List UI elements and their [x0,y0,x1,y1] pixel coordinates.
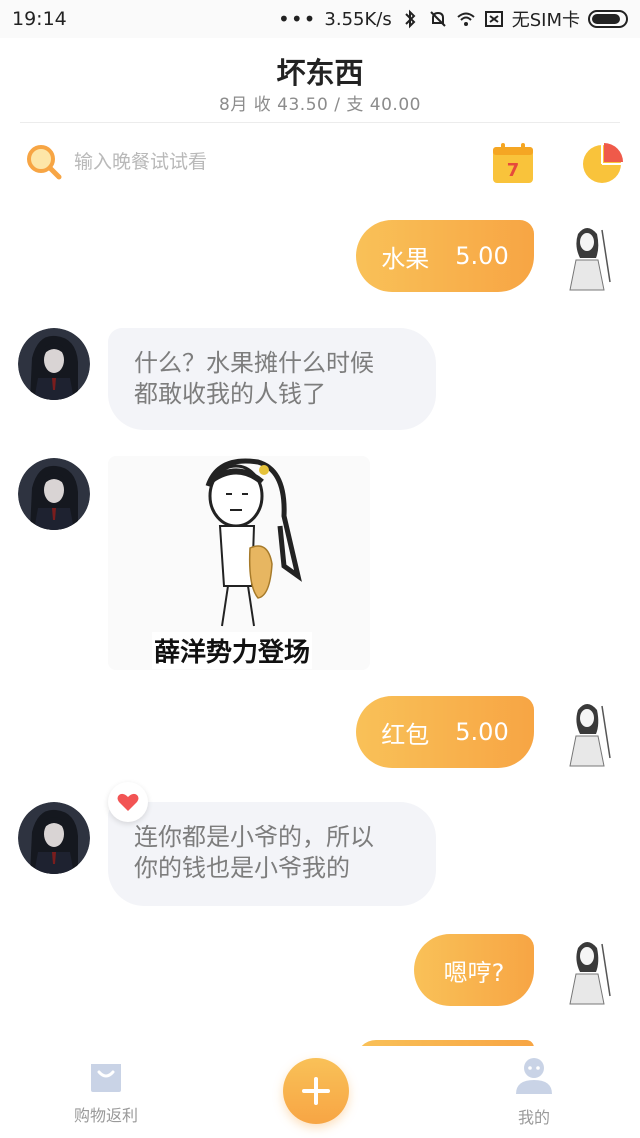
header: 坏东西 8月 收 43.50 / 支 40.00 [0,38,640,124]
summary-expense-label: 支 [346,95,364,115]
sticker-image[interactable]: 薛洋势力登场 [108,456,370,670]
tab-mine[interactable]: 我的 [484,1054,584,1128]
message-bubble[interactable]: 连你都是小爷的，所以 你的钱也是小爷我的 [108,802,436,906]
tab-shopping-rebate[interactable]: 购物返利 [56,1052,156,1126]
tab-mine-label: 我的 [517,1108,550,1127]
statistics-pie-icon[interactable] [580,140,626,186]
message-line: 都敢收我的人钱了 [134,380,326,408]
chat-area[interactable]: 水果 5.00 什么？水果摊什么时候 都敢收我的人钱了 薛洋势力登场 红包 5.… [0,200,640,1046]
search-row: 7 [0,132,640,192]
message-bubble-out[interactable]: 嗯哼? [414,934,534,1006]
wifi-icon [457,12,475,26]
search-icon[interactable] [24,142,64,182]
user-avatar[interactable] [556,934,618,1006]
user-avatar[interactable] [556,696,618,768]
status-time: 19:14 [12,8,67,30]
message-bubble[interactable]: 什么？水果摊什么时候 都敢收我的人钱了 [108,328,436,430]
header-divider [20,122,620,123]
sticker-caption: 薛洋势力登场 [152,632,313,669]
summary-income-label: 收 [253,95,272,115]
status-right: ••• 3.55K/s 无SIM卡 [278,6,628,32]
bill-bubble[interactable]: 红包 5.00 [356,696,534,768]
profile-icon [516,1058,552,1094]
summary-expense: 40.00 [369,95,421,115]
network-speed: 3.55K/s [324,8,392,30]
status-bar: 19:14 ••• 3.55K/s 无SIM卡 [0,0,640,38]
bill-bubble[interactable]: 水果 5.00 [356,220,534,292]
bill-amount: 5.00 [455,718,509,746]
monthly-summary: 8月 收 43.50 / 支 40.00 [0,90,640,115]
bluetooth-icon [405,9,416,29]
message-line: 连你都是小爷的，所以 [134,823,374,851]
contact-avatar[interactable] [18,458,90,530]
plus-icon [302,1077,330,1105]
page-title: 坏东西 [276,56,364,90]
message-text: 嗯哼? [443,958,505,987]
add-record-button[interactable] [283,1058,349,1124]
bill-amount: 5.00 [455,242,509,270]
sim-status: 无SIM卡 [511,10,580,31]
heart-icon [117,793,139,811]
battery-icon [588,10,628,28]
contact-avatar[interactable] [18,802,90,874]
summary-separator: / [334,95,341,115]
shopping-bag-icon [91,1064,121,1092]
mute-bell-icon [430,11,446,27]
summary-income: 43.50 [277,95,329,115]
search-input[interactable] [74,144,454,180]
message-line: 你的钱也是小爷我的 [134,854,350,882]
calendar-icon[interactable]: 7 [490,140,536,186]
user-avatar[interactable] [556,220,618,292]
tab-shopping-label: 购物返利 [73,1106,138,1125]
no-sim-icon [484,11,503,27]
bottom-tab-bar: 购物返利 我的 [0,1046,640,1138]
bill-category: 红包 [381,720,430,749]
more-dots: ••• [278,7,317,31]
summary-month: 8月 [219,95,248,115]
message-line: 什么？水果摊什么时候 [134,349,374,377]
bill-category: 水果 [381,244,430,273]
calendar-day: 7 [507,160,520,181]
like-badge[interactable] [108,782,148,822]
contact-avatar[interactable] [18,328,90,400]
